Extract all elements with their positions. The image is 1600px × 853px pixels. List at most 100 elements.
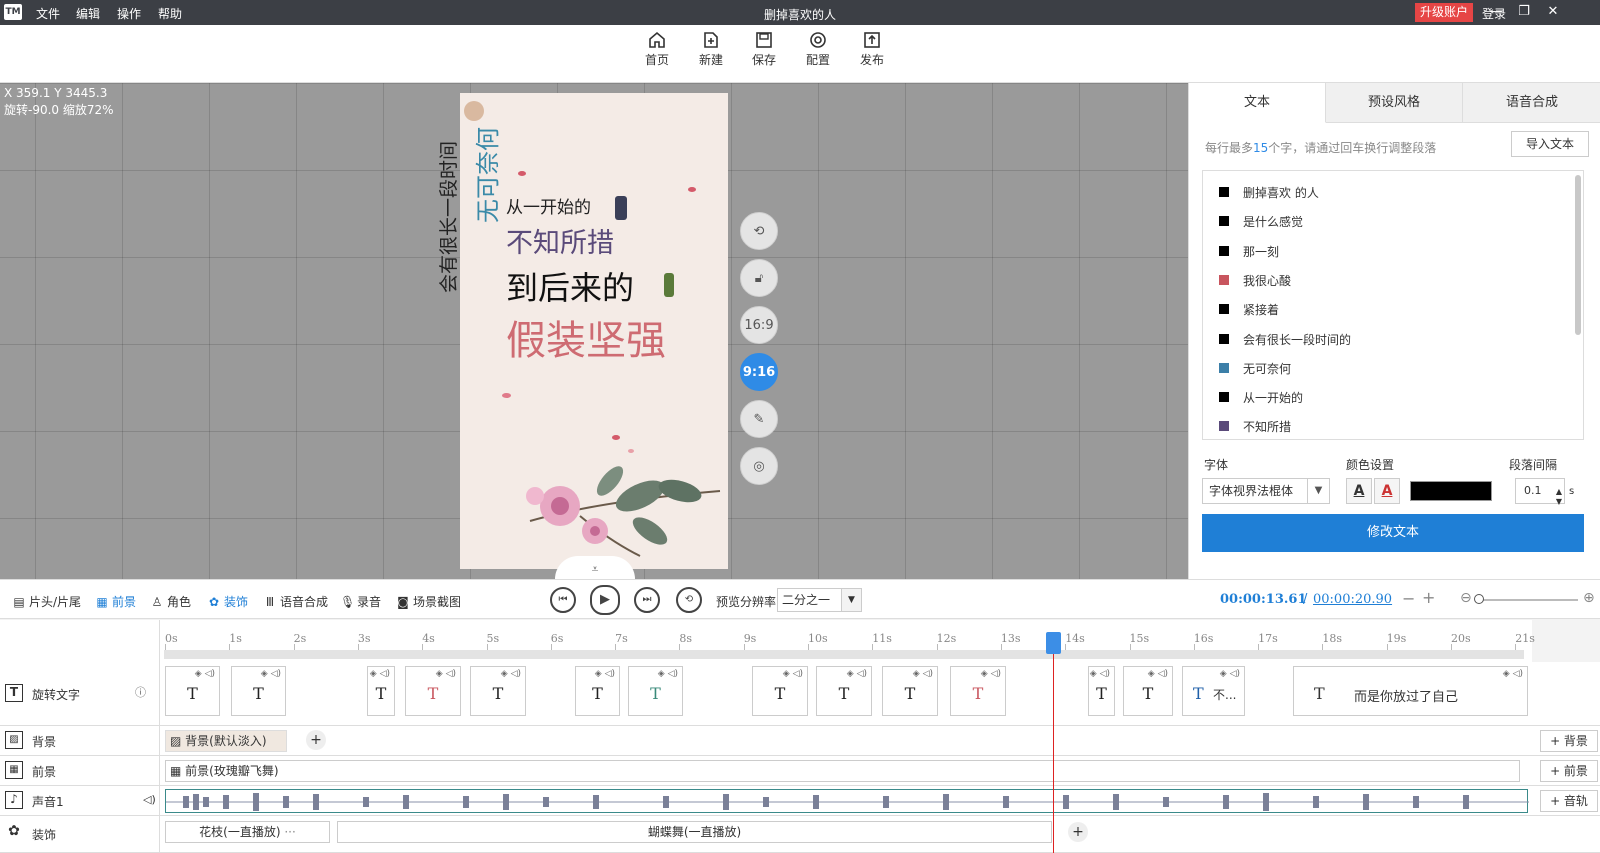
- timeline-scrollbar[interactable]: [164, 650, 1524, 659]
- tab-speech-synthesis[interactable]: 语音合成: [1463, 83, 1600, 123]
- text-list-item[interactable]: 紧接着: [1203, 294, 1571, 324]
- playhead-handle[interactable]: [1046, 632, 1061, 654]
- modify-text-button[interactable]: 修改文本: [1202, 514, 1584, 552]
- text-list-scrollbar[interactable]: [1575, 175, 1581, 335]
- color-swatch[interactable]: [1410, 481, 1492, 501]
- ratio-16-9-button[interactable]: 16:9: [740, 306, 778, 344]
- clip-tools-icon[interactable]: ◈ ◁): [261, 669, 281, 679]
- add-audio-track-button[interactable]: + 音轨: [1540, 790, 1598, 812]
- vertical-text-left[interactable]: 会有很长一段时间: [434, 93, 460, 293]
- close-icon[interactable]: ✕: [1543, 3, 1563, 21]
- clip-tools-icon[interactable]: ◈ ◁): [1148, 669, 1168, 679]
- volume-icon[interactable]: ◁): [143, 793, 156, 806]
- text-list-item[interactable]: 是什么感觉: [1203, 206, 1571, 236]
- foreground-button[interactable]: ▦ 前景: [95, 593, 136, 610]
- target-icon[interactable]: ◎: [740, 447, 778, 485]
- tab-preset-style[interactable]: 预设风格: [1326, 83, 1463, 123]
- text-clip[interactable]: T 不... ◈ ◁): [1182, 666, 1245, 716]
- publish-button[interactable]: 发布: [850, 31, 894, 68]
- settings-button[interactable]: 配置: [796, 31, 840, 68]
- clip-tools-icon[interactable]: ◈ ◁): [1090, 669, 1110, 679]
- text-list-item[interactable]: 从一开始的: [1203, 382, 1571, 412]
- text-list-item[interactable]: 我很心酸: [1203, 265, 1571, 295]
- plus-icon[interactable]: +: [1422, 588, 1435, 607]
- add-foreground-button[interactable]: + 前景: [1540, 760, 1598, 782]
- prev-icon[interactable]: ⏮: [550, 587, 576, 613]
- text-line-4[interactable]: 假装坚强: [506, 308, 666, 366]
- text-clip[interactable]: T ◈ ◁): [165, 666, 220, 716]
- decoration-clip-butterfly[interactable]: 蝴蝶舞(一直播放): [337, 821, 1052, 843]
- zoom-out-icon[interactable]: ⊖: [1460, 590, 1472, 606]
- text-clip[interactable]: T 而是你放过了自己 ◈ ◁): [1293, 666, 1528, 716]
- zoom-in-icon[interactable]: ⊕: [1583, 590, 1595, 606]
- clip-tools-icon[interactable]: ◈ ◁): [913, 669, 933, 679]
- font-select[interactable]: 字体视界法棍体 ▼: [1202, 478, 1330, 504]
- clip-tools-icon[interactable]: ◈ ◁): [195, 669, 215, 679]
- add-background-clip-button[interactable]: +: [306, 730, 326, 750]
- add-background-button[interactable]: + 背景: [1540, 730, 1598, 752]
- add-decoration-button[interactable]: +: [1068, 822, 1088, 842]
- color-square[interactable]: [1219, 187, 1229, 197]
- color-square[interactable]: [1219, 304, 1229, 315]
- foreground-clip[interactable]: ▦ 前景(玫瑰瓣飞舞): [165, 760, 1520, 782]
- import-text-button[interactable]: 导入文本: [1511, 131, 1589, 157]
- next-icon[interactable]: ⏭: [634, 587, 660, 613]
- time-ruler[interactable]: 0s 1s 2s 3s 4s 5s 6s 7s 8s 9s 10s 11s 12s 13s 14s 15s 16…: [160, 620, 1535, 662]
- lock-icon[interactable]: 🔓︎: [740, 259, 778, 297]
- minimize-icon[interactable]: —: [1486, 3, 1506, 21]
- tab-text[interactable]: 文本: [1189, 83, 1326, 123]
- text-clip[interactable]: T ◈ ◁): [816, 666, 872, 716]
- spacing-stepper[interactable]: 0.1 ▲ ▼: [1515, 478, 1565, 506]
- speech-synthesis-button[interactable]: Ⅲ 语音合成: [263, 593, 328, 610]
- clip-tools-icon[interactable]: ◈ ◁): [595, 669, 615, 679]
- character-button[interactable]: ♙ 角色: [150, 593, 191, 610]
- text-clip[interactable]: T ◈ ◁): [1123, 666, 1173, 716]
- text-clip[interactable]: T ◈ ◁): [882, 666, 938, 716]
- menu-operate[interactable]: 操作: [117, 5, 141, 22]
- menu-help[interactable]: 帮助: [158, 5, 182, 22]
- clip-tools-icon[interactable]: ◈ ◁): [981, 669, 1001, 679]
- minus-icon[interactable]: −: [1402, 589, 1415, 608]
- clip-tools-icon[interactable]: ◈ ◁): [847, 669, 867, 679]
- clip-tools-icon[interactable]: ◈ ◁): [783, 669, 803, 679]
- color-square[interactable]: [1219, 421, 1229, 432]
- color-square[interactable]: [1219, 245, 1229, 256]
- zoom-slider[interactable]: [1478, 599, 1578, 601]
- clip-tools-icon[interactable]: ◈ ◁): [436, 669, 456, 679]
- rotate-control[interactable]: ⟲: [740, 212, 778, 250]
- color-square[interactable]: [1219, 392, 1229, 403]
- chevron-down-icon[interactable]: ▼: [1556, 490, 1562, 514]
- intro-outro-button[interactable]: ▤ 片头/片尾: [12, 593, 81, 610]
- new-button[interactable]: 新建: [689, 31, 733, 68]
- text-line-1[interactable]: 从一开始的: [506, 193, 591, 218]
- text-clip[interactable]: T ◈ ◁): [752, 666, 808, 716]
- resolution-select[interactable]: 二分之一 ▼: [777, 588, 862, 612]
- color-square[interactable]: [1219, 216, 1229, 227]
- clip-tools-icon[interactable]: ◈ ◁): [370, 669, 390, 679]
- phone-preview[interactable]: 无可奈何 从一开始的 不知所措 到后来的 假装坚强: [460, 93, 728, 569]
- decoration-button[interactable]: ✿ 装饰: [207, 593, 248, 610]
- text-list-item[interactable]: 那一刻: [1203, 236, 1571, 266]
- color-square[interactable]: [1219, 362, 1229, 373]
- stroke-color-button[interactable]: A: [1374, 478, 1400, 504]
- audio-clip[interactable]: [165, 789, 1529, 813]
- background-clip[interactable]: ▨ 背景(默认淡入): [165, 730, 287, 752]
- text-list[interactable]: 删掉喜欢 的人 是什么感觉 那一刻 我很心酸 紧接着 会有很长一段时间的 无可奈何 从一开始…: [1202, 170, 1584, 440]
- text-clip[interactable]: T ◈ ◁): [367, 666, 395, 716]
- menu-edit[interactable]: 编辑: [76, 5, 100, 22]
- record-button[interactable]: 🎙︎ 录音: [340, 593, 381, 610]
- play-icon[interactable]: ▶: [590, 585, 620, 615]
- text-list-item[interactable]: 删掉喜欢 的人: [1203, 177, 1571, 207]
- text-clip[interactable]: T ◈ ◁): [405, 666, 461, 716]
- text-line-2[interactable]: 不知所措: [506, 221, 614, 260]
- upgrade-button[interactable]: 升级账户: [1415, 3, 1474, 22]
- save-button[interactable]: 保存: [742, 31, 786, 68]
- home-button[interactable]: 首页: [635, 31, 679, 68]
- text-clip[interactable]: T ◈ ◁): [575, 666, 620, 716]
- text-clip[interactable]: T ◈ ◁): [628, 666, 683, 716]
- preview-canvas[interactable]: X 359.1 Y 3445.3 旋转-90.0 缩放72% 会有很长一段时间 …: [0, 83, 1188, 579]
- clip-tools-icon[interactable]: ◈ ◁): [501, 669, 521, 679]
- help-icon[interactable]: ⓘ: [135, 684, 146, 700]
- color-square[interactable]: [1219, 333, 1229, 344]
- color-square[interactable]: [1219, 274, 1229, 285]
